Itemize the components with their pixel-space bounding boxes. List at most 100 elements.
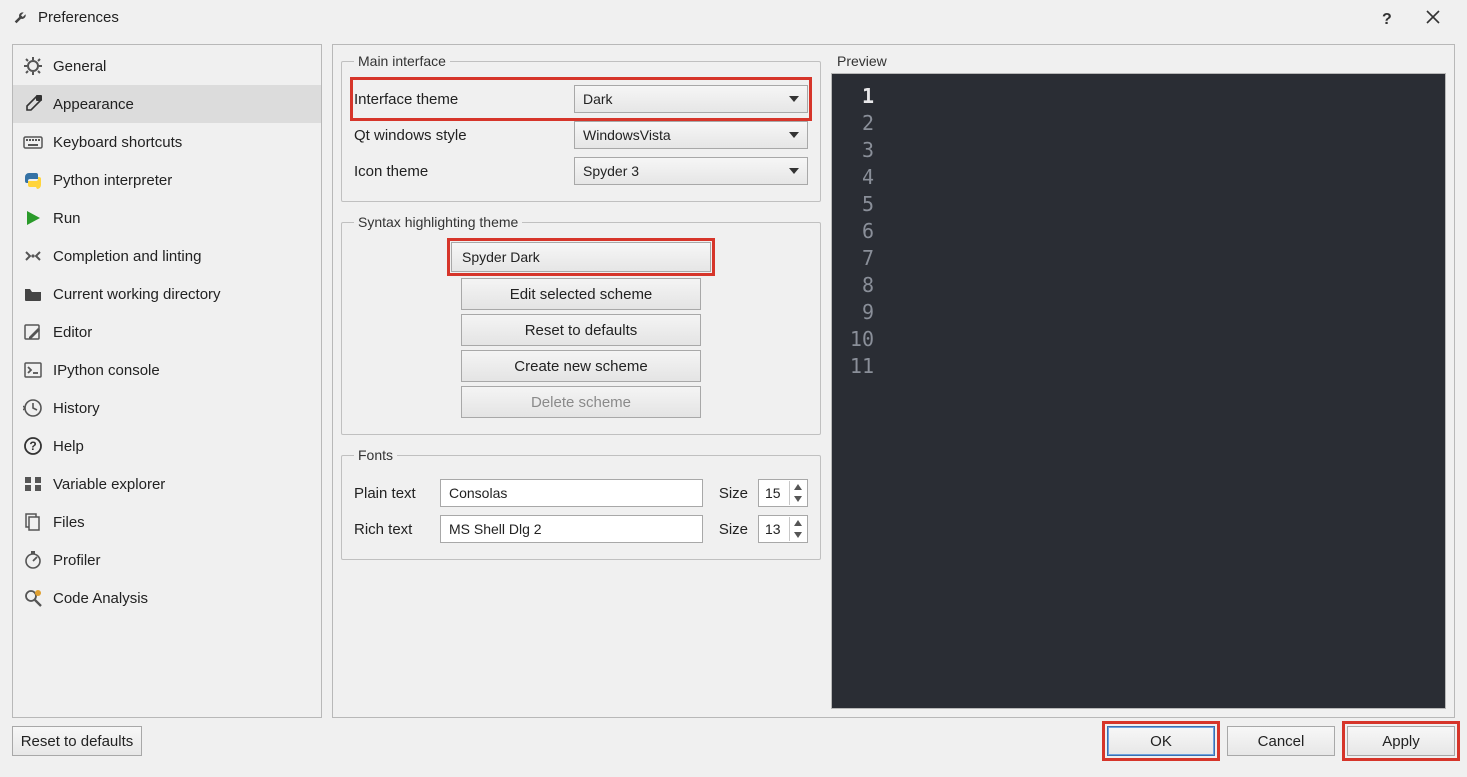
- play-icon: [23, 208, 43, 228]
- preview-line: 4: [832, 163, 1445, 190]
- sidebar-item-label: History: [53, 400, 100, 417]
- preview-line: 1: [832, 82, 1445, 109]
- line-number: 9: [832, 300, 888, 324]
- sidebar-item-python-interpreter[interactable]: Python interpreter: [13, 161, 321, 199]
- create-scheme-button[interactable]: Create new scheme: [461, 350, 701, 382]
- ok-button[interactable]: OK: [1107, 726, 1215, 756]
- reset-defaults-button[interactable]: Reset to defaults: [12, 726, 142, 756]
- sidebar-item-label: Files: [53, 514, 85, 531]
- sidebar-item-help[interactable]: Help: [13, 427, 321, 465]
- reset-scheme-button[interactable]: Reset to defaults: [461, 314, 701, 346]
- syntax-scheme-combo[interactable]: Spyder Dark: [451, 242, 711, 272]
- fonts-group: Fonts Plain text Consolas Size 15 Rich t…: [341, 447, 821, 560]
- sidebar-item-keyboard-shortcuts[interactable]: Keyboard shortcuts: [13, 123, 321, 161]
- rich-size-value: 13: [759, 521, 781, 537]
- rich-text-font-combo[interactable]: MS Shell Dlg 2: [440, 515, 703, 543]
- spin-up-icon[interactable]: [789, 481, 805, 493]
- preview-line: 2: [832, 109, 1445, 136]
- sidebar-item-label: Current working directory: [53, 286, 221, 303]
- profiler-icon: [23, 550, 43, 570]
- preview-editor[interactable]: 1234567891011: [831, 73, 1446, 709]
- qt-style-value: WindowsVista: [583, 127, 671, 143]
- help-icon: [23, 436, 43, 456]
- interface-theme-label: Interface theme: [354, 91, 564, 108]
- sidebar-item-label: Variable explorer: [53, 476, 165, 493]
- help-button[interactable]: [1367, 0, 1411, 34]
- sidebar-item-label: General: [53, 58, 106, 75]
- plain-text-label: Plain text: [354, 485, 430, 502]
- edit-icon: [23, 322, 43, 342]
- edit-scheme-button[interactable]: Edit selected scheme: [461, 278, 701, 310]
- sidebar-item-variable-explorer[interactable]: Variable explorer: [13, 465, 321, 503]
- sidebar-item-current-working-directory[interactable]: Current working directory: [13, 275, 321, 313]
- rich-size-spin[interactable]: 13: [758, 515, 808, 543]
- line-number: 5: [832, 192, 888, 216]
- apply-button[interactable]: Apply: [1347, 726, 1455, 756]
- fonts-legend: Fonts: [354, 447, 397, 463]
- preview-line: 7: [832, 244, 1445, 271]
- sidebar-item-label: Help: [53, 438, 84, 455]
- preview-line: 8: [832, 271, 1445, 298]
- console-icon: [23, 360, 43, 380]
- sidebar-item-run[interactable]: Run: [13, 199, 321, 237]
- dropper-icon: [23, 94, 43, 114]
- wrench-icon: [12, 8, 30, 26]
- sidebar-item-ipython-console[interactable]: IPython console: [13, 351, 321, 389]
- preview-line: 6: [832, 217, 1445, 244]
- interface-theme-row: Interface theme Dark: [354, 81, 808, 117]
- sidebar-item-history[interactable]: History: [13, 389, 321, 427]
- caret-down-icon: [789, 163, 799, 179]
- spin-down-icon[interactable]: [789, 493, 805, 505]
- spin-up-icon[interactable]: [789, 517, 805, 529]
- qt-style-row: Qt windows style WindowsVista: [354, 117, 808, 153]
- sidebar-item-label: IPython console: [53, 362, 160, 379]
- interface-theme-value: Dark: [583, 91, 613, 107]
- folder-icon: [23, 284, 43, 304]
- preview-panel: Preview 1234567891011: [831, 53, 1446, 709]
- qt-style-label: Qt windows style: [354, 127, 564, 144]
- line-number: 8: [832, 273, 888, 297]
- category-sidebar: General Appearance Keyboard shortcuts Pytho…: [12, 44, 322, 718]
- sidebar-item-label: Run: [53, 210, 81, 227]
- plain-size-value: 15: [759, 485, 781, 501]
- plain-text-font-combo[interactable]: Consolas: [440, 479, 703, 507]
- sidebar-item-code-analysis[interactable]: Code Analysis: [13, 579, 321, 617]
- plain-size-spin[interactable]: 15: [758, 479, 808, 507]
- line-number: 2: [832, 111, 888, 135]
- window-title: Preferences: [38, 9, 1367, 26]
- sidebar-item-appearance[interactable]: Appearance: [13, 85, 321, 123]
- dialog-button-bar: Reset to defaults OK Cancel Apply: [0, 724, 1467, 764]
- sidebar-item-files[interactable]: Files: [13, 503, 321, 541]
- preview-line: 5: [832, 190, 1445, 217]
- line-number: 3: [832, 138, 888, 162]
- line-number: 1: [832, 84, 888, 108]
- line-number: 6: [832, 219, 888, 243]
- sidebar-item-label: Code Analysis: [53, 590, 148, 607]
- rich-size-label: Size: [719, 521, 748, 538]
- sidebar-item-label: Profiler: [53, 552, 101, 569]
- sidebar-item-label: Editor: [53, 324, 92, 341]
- analysis-icon: [23, 588, 43, 608]
- preview-line: 10: [832, 325, 1445, 352]
- syntax-theme-group: Syntax highlighting theme Spyder Dark Ed…: [341, 214, 821, 435]
- spin-down-icon[interactable]: [789, 529, 805, 541]
- content-panel: Main interface Interface theme Dark Qt w…: [332, 44, 1455, 718]
- cancel-button[interactable]: Cancel: [1227, 726, 1335, 756]
- sidebar-item-general[interactable]: General: [13, 47, 321, 85]
- sidebar-item-editor[interactable]: Editor: [13, 313, 321, 351]
- gear-icon: [23, 56, 43, 76]
- files-icon: [23, 512, 43, 532]
- line-number: 10: [832, 327, 888, 351]
- sidebar-item-label: Python interpreter: [53, 172, 172, 189]
- icon-theme-combo[interactable]: Spyder 3: [574, 157, 808, 185]
- close-button[interactable]: [1411, 0, 1455, 34]
- completion-icon: [23, 246, 43, 266]
- sidebar-item-completion-and-linting[interactable]: Completion and linting: [13, 237, 321, 275]
- interface-theme-combo[interactable]: Dark: [574, 85, 808, 113]
- sidebar-item-label: Completion and linting: [53, 248, 201, 265]
- sidebar-item-profiler[interactable]: Profiler: [13, 541, 321, 579]
- preview-line: 11: [832, 352, 1445, 379]
- sidebar-item-label: Keyboard shortcuts: [53, 134, 182, 151]
- qt-style-combo[interactable]: WindowsVista: [574, 121, 808, 149]
- vars-icon: [23, 474, 43, 494]
